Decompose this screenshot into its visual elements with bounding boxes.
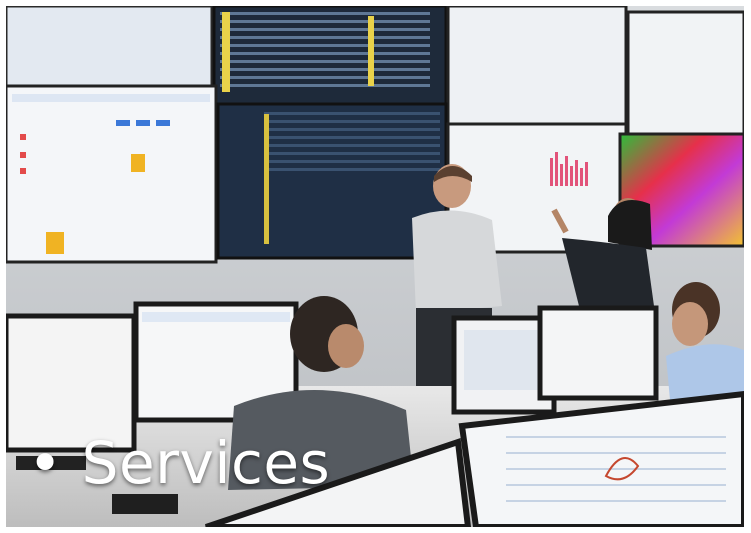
photo-control-room: • Services <box>6 6 744 527</box>
keyboard <box>112 494 178 514</box>
monitor-center <box>451 305 659 415</box>
caption-bullet: • <box>28 429 63 497</box>
caption-label: Services <box>81 429 331 497</box>
caption-text: • Services <box>28 434 330 492</box>
